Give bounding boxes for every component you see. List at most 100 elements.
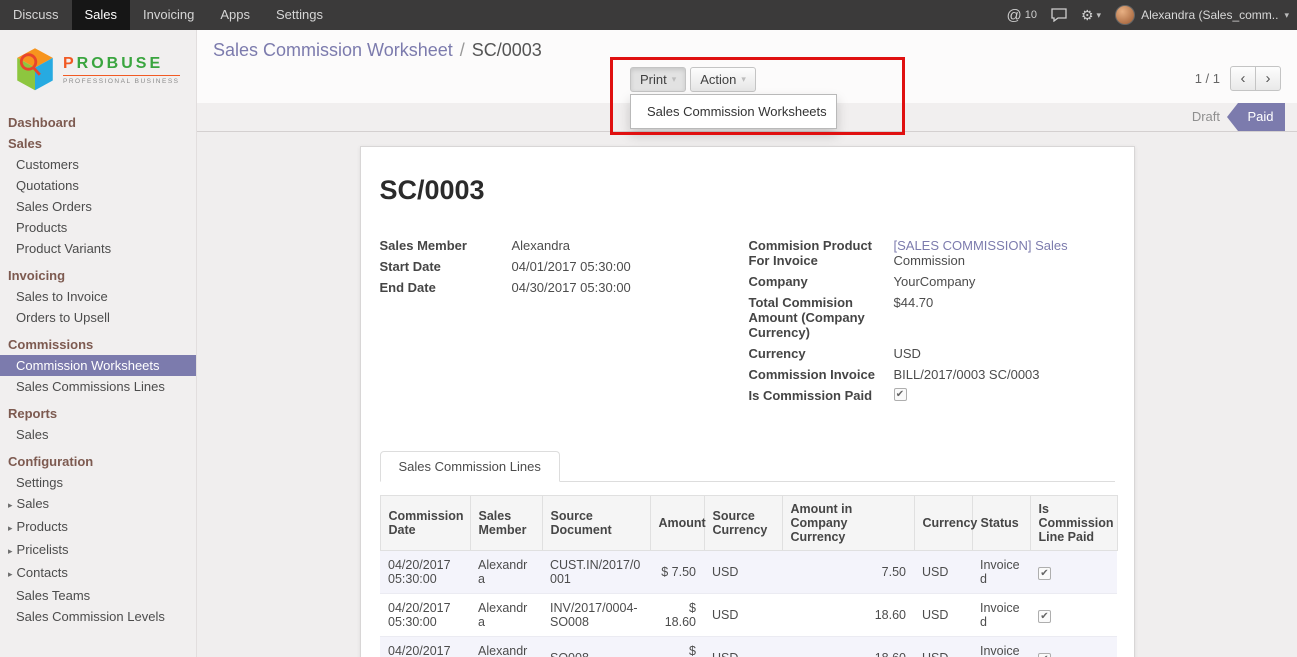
line-paid-checkbox[interactable]: ✔ — [1038, 653, 1051, 657]
chat-bubble-icon — [1051, 8, 1067, 22]
sidebar-item-customers[interactable]: Customers — [0, 154, 196, 175]
pager-next-button[interactable]: › — [1255, 66, 1281, 91]
messages-icon[interactable] — [1051, 8, 1067, 22]
debug-menu[interactable]: ⚙ ▾ — [1081, 7, 1101, 24]
table-header-row: Commission Date Sales Member Source Docu… — [380, 496, 1117, 551]
table-row[interactable]: 04/20/2017 05:30:00 Alexandra CUST.IN/20… — [380, 551, 1117, 594]
menu-invoicing[interactable]: Invoicing — [130, 0, 207, 30]
status-paid-badge[interactable]: Paid — [1227, 103, 1285, 131]
breadcrumb-current: SC/0003 — [472, 40, 542, 60]
sidebar-section-reports[interactable]: Reports — [0, 403, 196, 424]
status-draft[interactable]: Draft — [1192, 109, 1220, 124]
cell-source-currency: USD — [704, 594, 782, 637]
action-buttons: Print ▾ Action ▾ — [630, 67, 756, 92]
breadcrumb-separator: / — [460, 40, 465, 60]
sidebar-item-label: Products — [17, 519, 68, 534]
sidebar-item-sales-orders[interactable]: Sales Orders — [0, 196, 196, 217]
cell-paid: ✔ — [1030, 594, 1117, 637]
sidebar-section-commissions[interactable]: Commissions — [0, 334, 196, 355]
app-menus: Discuss Sales Invoicing Apps Settings — [0, 0, 336, 30]
sidebar-item-settings[interactable]: Settings — [0, 472, 196, 493]
sidebar-item-quotations[interactable]: Quotations — [0, 175, 196, 196]
menu-discuss[interactable]: Discuss — [0, 0, 72, 30]
cell-date: 04/20/2017 05:30:00 — [380, 594, 470, 637]
table-row[interactable]: 04/20/2017 10:35:53 Alexandra SO008 $ 18… — [380, 637, 1117, 657]
sidebar-item-commission-worksheets[interactable]: Commission Worksheets — [0, 355, 196, 376]
col-source-document[interactable]: Source Document — [542, 496, 650, 551]
sidebar-item-config-products[interactable]: ▸Products — [0, 516, 196, 539]
sidebar-section-configuration[interactable]: Configuration — [0, 451, 196, 472]
sidebar-section-invoicing[interactable]: Invoicing — [0, 265, 196, 286]
col-source-currency[interactable]: Source Currency — [704, 496, 782, 551]
sidebar-item-sales-commission-levels[interactable]: Sales Commission Levels — [0, 606, 196, 627]
cell-currency: USD — [914, 551, 972, 594]
sidebar-item-sales-teams[interactable]: Sales Teams — [0, 585, 196, 606]
logo-subtitle: PROFESSIONAL BUSINESS — [63, 75, 180, 85]
commission-product-link[interactable]: [SALES COMMISSION] Sales — [894, 238, 1068, 253]
cell-source-currency: USD — [704, 551, 782, 594]
col-commission-date[interactable]: Commission Date — [380, 496, 470, 551]
field-label: Start Date — [380, 259, 512, 274]
logo-text: PROBUSE PROFESSIONAL BUSINESS — [63, 55, 180, 85]
sidebar-section-sales[interactable]: Sales — [0, 133, 196, 154]
probuse-logo-icon — [14, 46, 56, 94]
pager-previous-button[interactable]: ‹ — [1230, 66, 1256, 91]
menu-settings[interactable]: Settings — [263, 0, 336, 30]
breadcrumb-parent[interactable]: Sales Commission Worksheet — [213, 40, 453, 60]
field-label: Currency — [749, 346, 894, 361]
sidebar-item-sales-to-invoice[interactable]: Sales to Invoice — [0, 286, 196, 307]
sidebar-item-reports-sales[interactable]: Sales — [0, 424, 196, 445]
col-amount-company-currency[interactable]: Amount in Company Currency — [782, 496, 914, 551]
cell-status: Invoiced — [972, 551, 1030, 594]
menu-sales[interactable]: Sales — [72, 0, 131, 30]
line-paid-checkbox[interactable]: ✔ — [1038, 610, 1051, 623]
sidebar-item-dashboard[interactable]: Dashboard — [0, 112, 196, 133]
field-company: Company YourCompany — [749, 274, 1115, 289]
pager: 1 / 1 ‹ › — [1195, 66, 1281, 91]
gear-icon: ⚙ — [1081, 7, 1094, 24]
line-paid-checkbox[interactable]: ✔ — [1038, 567, 1051, 580]
commission-invoice-link[interactable]: BILL/2017/0003 SC/0003 — [894, 367, 1040, 382]
field-label: End Date — [380, 280, 512, 295]
company-link[interactable]: YourCompany — [894, 274, 976, 289]
sidebar-item-product-variants[interactable]: Product Variants — [0, 238, 196, 259]
mentions-counter[interactable]: @ 10 — [1007, 7, 1037, 24]
at-icon: @ — [1007, 7, 1022, 24]
sidebar-item-label: Contacts — [17, 565, 68, 580]
sidebar-item-config-sales[interactable]: ▸Sales — [0, 493, 196, 516]
sidebar-item-contacts[interactable]: ▸Contacts — [0, 562, 196, 585]
field-total-commission: Total Commision Amount (Company Currency… — [749, 295, 1115, 340]
user-menu[interactable]: Alexandra (Sales_comm.. ▾ — [1115, 5, 1289, 25]
field-label: Total Commision Amount (Company Currency… — [749, 295, 894, 340]
sales-member-link[interactable]: Alexandra — [512, 238, 571, 253]
col-currency[interactable]: Currency — [914, 496, 972, 551]
top-menubar: Discuss Sales Invoicing Apps Settings @ … — [0, 0, 1297, 30]
check-icon: ✔ — [1040, 654, 1048, 657]
col-sales-member[interactable]: Sales Member — [470, 496, 542, 551]
tab-sales-commission-lines[interactable]: Sales Commission Lines — [380, 451, 560, 482]
cell-paid: ✔ — [1030, 551, 1117, 594]
fields-left-column: Sales Member Alexandra Start Date 04/01/… — [380, 238, 749, 409]
col-amount[interactable]: Amount — [650, 496, 704, 551]
probuse-logo[interactable]: PROBUSE PROFESSIONAL BUSINESS — [0, 30, 196, 108]
currency-link[interactable]: USD — [894, 346, 921, 361]
sidebar-item-products[interactable]: Products — [0, 217, 196, 238]
is-commission-paid-checkbox[interactable]: ✔ — [894, 388, 907, 401]
action-button[interactable]: Action ▾ — [690, 67, 756, 92]
commission-product-value: [SALES COMMISSION] Sales Commission — [894, 238, 1068, 268]
sidebar-item-sales-commissions-lines[interactable]: Sales Commissions Lines — [0, 376, 196, 397]
dropdown-item-sales-commission-worksheets[interactable]: Sales Commission Worksheets — [631, 100, 836, 123]
table-row[interactable]: 04/20/2017 05:30:00 Alexandra INV/2017/0… — [380, 594, 1117, 637]
sidebar-item-orders-to-upsell[interactable]: Orders to Upsell — [0, 307, 196, 328]
commission-lines-table: Commission Date Sales Member Source Docu… — [380, 495, 1118, 657]
chevron-down-icon: ▾ — [741, 74, 746, 85]
cell-source-currency: USD — [704, 637, 782, 657]
col-status[interactable]: Status — [972, 496, 1030, 551]
menu-apps[interactable]: Apps — [207, 0, 263, 30]
print-button[interactable]: Print ▾ — [630, 67, 686, 92]
sidebar-item-label: Sales — [17, 496, 50, 511]
sidebar-item-pricelists[interactable]: ▸Pricelists — [0, 539, 196, 562]
col-is-commission-line-paid[interactable]: Is Commission Line Paid — [1030, 496, 1117, 551]
control-panel: Sales Commission Worksheet / SC/0003 Print… — [197, 30, 1297, 103]
field-start-date: Start Date 04/01/2017 05:30:00 — [380, 259, 749, 274]
